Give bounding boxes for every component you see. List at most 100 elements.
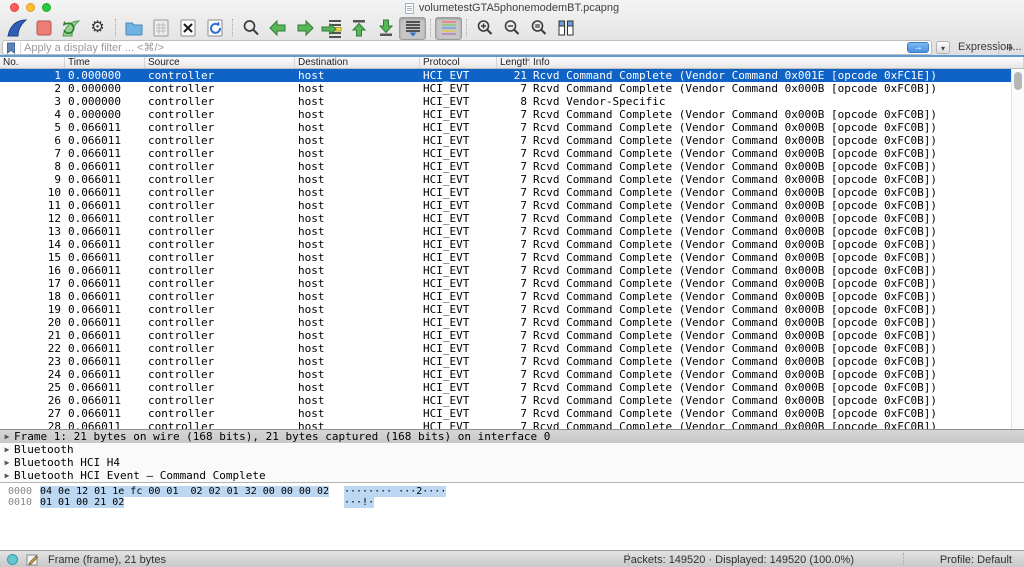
filter-bookmark-icon[interactable] <box>6 42 21 54</box>
cell-source: controller <box>145 121 295 134</box>
go-forward-button[interactable] <box>291 17 318 40</box>
column-header-source[interactable]: Source <box>145 57 295 68</box>
packet-row[interactable]: 30.000000controllerhostHCI_EVT8Rcvd Vend… <box>0 95 1011 108</box>
column-header-info[interactable]: Info <box>530 57 1024 68</box>
close-file-button[interactable] <box>174 17 201 40</box>
packet-row[interactable]: 140.066011controllerhostHCI_EVT7Rcvd Com… <box>0 238 1011 251</box>
cell-time: 0.066011 <box>65 147 145 160</box>
packet-row[interactable]: 80.066011controllerhostHCI_EVT7Rcvd Comm… <box>0 160 1011 173</box>
detail-row-bluetooth[interactable]: ▶ Bluetooth <box>0 443 1024 456</box>
packet-row[interactable]: 230.066011controllerhostHCI_EVT7Rcvd Com… <box>0 355 1011 368</box>
packet-row[interactable]: 260.066011controllerhostHCI_EVT7Rcvd Com… <box>0 394 1011 407</box>
hex-row[interactable]: 0010 01 01 00 21 02 ···!· <box>0 497 1024 508</box>
apply-arrow-icon: → <box>913 43 923 53</box>
packet-row[interactable]: 210.066011controllerhostHCI_EVT7Rcvd Com… <box>0 329 1011 342</box>
filter-history-dropdown[interactable]: ▾ <box>936 41 950 54</box>
go-to-top-button[interactable] <box>345 17 372 40</box>
capture-comment-icon[interactable] <box>26 553 39 566</box>
colorize-toggle[interactable] <box>435 17 462 40</box>
packet-row[interactable]: 10.000000controllerhostHCI_EVT21Rcvd Com… <box>0 69 1011 82</box>
column-header-length[interactable]: Length <box>497 57 530 68</box>
packet-row[interactable]: 250.066011controllerhostHCI_EVT7Rcvd Com… <box>0 381 1011 394</box>
packet-row[interactable]: 160.066011controllerhostHCI_EVT7Rcvd Com… <box>0 264 1011 277</box>
column-header-protocol[interactable]: Protocol <box>420 57 497 68</box>
hex-bytes[interactable]: 01 01 00 21 02 <box>40 497 124 508</box>
cell-protocol: HCI_EVT <box>420 173 497 186</box>
display-filter-input[interactable] <box>24 41 907 54</box>
cell-protocol: HCI_EVT <box>420 121 497 134</box>
cell-source: controller <box>145 368 295 381</box>
detail-row-hci-h4[interactable]: ▶ Bluetooth HCI H4 <box>0 456 1024 469</box>
zoom-normal-button[interactable] <box>525 17 552 40</box>
reload-file-button[interactable] <box>201 17 228 40</box>
disclosure-triangle-icon[interactable]: ▶ <box>0 469 14 482</box>
packet-row[interactable]: 170.066011controllerhostHCI_EVT7Rcvd Com… <box>0 277 1011 290</box>
packet-row[interactable]: 40.000000controllerhostHCI_EVT7Rcvd Comm… <box>0 108 1011 121</box>
cell-length: 7 <box>497 173 530 186</box>
packet-row[interactable]: 180.066011controllerhostHCI_EVT7Rcvd Com… <box>0 290 1011 303</box>
resize-columns-button[interactable] <box>552 17 579 40</box>
packet-row[interactable]: 20.000000controllerhostHCI_EVT7Rcvd Comm… <box>0 82 1011 95</box>
disclosure-triangle-icon[interactable]: ▶ <box>0 456 14 469</box>
scrollbar-thumb[interactable] <box>1014 72 1022 90</box>
disclosure-triangle-icon[interactable]: ▶ <box>0 443 14 456</box>
cell-no: 18 <box>0 290 65 303</box>
display-filter-field[interactable]: → <box>2 40 932 55</box>
column-header-no[interactable]: No. <box>0 57 65 68</box>
go-back-button[interactable] <box>264 17 291 40</box>
packet-row[interactable]: 220.066011controllerhostHCI_EVT7Rcvd Com… <box>0 342 1011 355</box>
packet-row[interactable]: 240.066011controllerhostHCI_EVT7Rcvd Com… <box>0 368 1011 381</box>
cell-time: 0.066011 <box>65 186 145 199</box>
packet-row[interactable]: 50.066011controllerhostHCI_EVT7Rcvd Comm… <box>0 121 1011 134</box>
open-file-button[interactable] <box>120 17 147 40</box>
go-to-bottom-button[interactable] <box>372 17 399 40</box>
hex-row[interactable]: 0000 04 0e 12 01 1e fc 00 01 02 02 01 32… <box>0 486 1024 497</box>
packet-row[interactable]: 190.066011controllerhostHCI_EVT7Rcvd Com… <box>0 303 1011 316</box>
hex-ascii[interactable]: ········ ···2···· <box>344 486 446 497</box>
auto-scroll-toggle[interactable] <box>399 17 426 40</box>
packet-row[interactable]: 120.066011controllerhostHCI_EVT7Rcvd Com… <box>0 212 1011 225</box>
cell-no: 12 <box>0 212 65 225</box>
packet-row[interactable]: 60.066011controllerhostHCI_EVT7Rcvd Comm… <box>0 134 1011 147</box>
cell-source: controller <box>145 264 295 277</box>
disclosure-triangle-icon[interactable]: ▶ <box>0 430 14 443</box>
start-capture-button[interactable] <box>3 17 30 40</box>
restart-capture-button[interactable] <box>57 17 84 40</box>
cell-no: 6 <box>0 134 65 147</box>
find-packet-button[interactable] <box>237 17 264 40</box>
apply-filter-button[interactable]: → <box>907 42 929 53</box>
packet-row[interactable]: 110.066011controllerhostHCI_EVT7Rcvd Com… <box>0 199 1011 212</box>
capture-options-button[interactable]: ⚙ <box>84 17 111 40</box>
status-profile[interactable]: Profile: Default <box>940 553 1012 567</box>
zoom-in-button[interactable] <box>471 17 498 40</box>
cell-no: 22 <box>0 342 65 355</box>
cell-destination: host <box>295 290 420 303</box>
packet-row[interactable]: 150.066011controllerhostHCI_EVT7Rcvd Com… <box>0 251 1011 264</box>
detail-row-frame[interactable]: ▶ Frame 1: 21 bytes on wire (168 bits), … <box>0 430 1024 443</box>
packet-row[interactable]: 200.066011controllerhostHCI_EVT7Rcvd Com… <box>0 316 1011 329</box>
cell-length: 7 <box>497 82 530 95</box>
packet-row[interactable]: 70.066011controllerhostHCI_EVT7Rcvd Comm… <box>0 147 1011 160</box>
column-header-time[interactable]: Time <box>65 57 145 68</box>
go-to-packet-button[interactable] <box>318 17 345 40</box>
add-filter-button[interactable]: + <box>1006 40 1014 55</box>
hex-ascii[interactable]: ···!· <box>344 497 374 508</box>
packet-list-scrollbar[interactable] <box>1011 69 1024 429</box>
packet-row[interactable]: 90.066011controllerhostHCI_EVT7Rcvd Comm… <box>0 173 1011 186</box>
packet-row[interactable]: 100.066011controllerhostHCI_EVT7Rcvd Com… <box>0 186 1011 199</box>
cell-destination: host <box>295 420 420 429</box>
column-header-destination[interactable]: Destination <box>295 57 420 68</box>
cell-time: 0.066011 <box>65 381 145 394</box>
packet-row[interactable]: 130.066011controllerhostHCI_EVT7Rcvd Com… <box>0 225 1011 238</box>
hex-bytes[interactable]: 04 0e 12 01 1e fc 00 01 02 02 01 32 00 0… <box>40 486 329 497</box>
detail-row-hci-event[interactable]: ▶ Bluetooth HCI Event – Command Complete <box>0 469 1024 482</box>
cell-destination: host <box>295 368 420 381</box>
expert-info-button[interactable] <box>7 554 18 565</box>
packet-row[interactable]: 280.066011controllerhostHCI_EVT7Rcvd Com… <box>0 420 1011 429</box>
save-file-button[interactable] <box>147 17 174 40</box>
packet-row[interactable]: 270.066011controllerhostHCI_EVT7Rcvd Com… <box>0 407 1011 420</box>
zoom-out-button[interactable] <box>498 17 525 40</box>
stop-capture-button[interactable] <box>30 17 57 40</box>
cell-time: 0.066011 <box>65 290 145 303</box>
arrow-bottom-icon <box>377 18 395 38</box>
